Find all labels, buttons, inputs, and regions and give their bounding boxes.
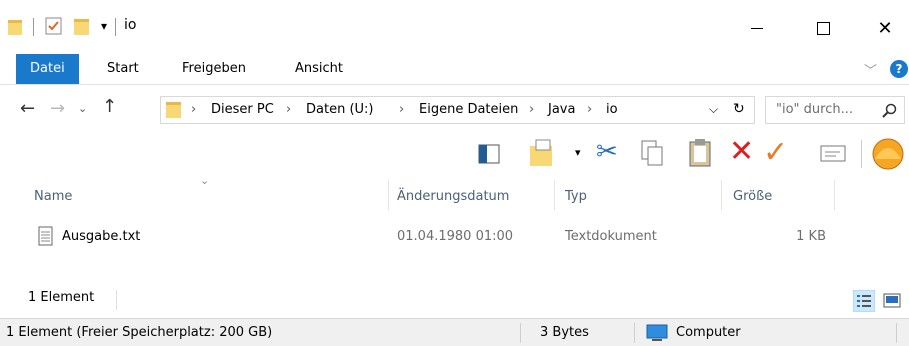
breadcrumb-separator-icon: ›: [529, 102, 535, 117]
maximize-button[interactable]: [800, 14, 846, 42]
breadcrumb-separator-icon: ›: [286, 102, 292, 117]
breadcrumb-java[interactable]: Java: [548, 97, 575, 123]
rename-icon[interactable]: ✓: [763, 135, 788, 170]
toolbar-divider: [861, 140, 862, 168]
window-title: io: [124, 17, 137, 33]
help-icon[interactable]: ?: [890, 60, 908, 78]
search-input[interactable]: "io" durch...: [776, 102, 853, 117]
close-button[interactable]: ✕: [862, 14, 908, 42]
status-bytes: 3 Bytes: [540, 325, 589, 340]
footer-divider: [116, 290, 117, 310]
column-header-size[interactable]: Größe: [733, 186, 772, 208]
properties-icon[interactable]: [820, 144, 846, 164]
minimize-button[interactable]: [734, 14, 780, 42]
new-folder-icon[interactable]: [74, 17, 92, 37]
details-view-icon[interactable]: [853, 290, 875, 312]
text-file-icon: [38, 226, 53, 246]
shell-icon[interactable]: [871, 137, 905, 171]
toolbar: ▾ ✂ ✕ ✓: [0, 134, 909, 176]
address-folder-icon: [166, 102, 181, 118]
refresh-icon[interactable]: ↻: [733, 101, 745, 117]
maximize-icon: [816, 21, 830, 35]
column-divider[interactable]: [834, 180, 835, 210]
file-size: 1 KB: [796, 229, 826, 244]
status-location: Computer: [676, 325, 741, 340]
breadcrumb-dieser-pc[interactable]: Dieser PC: [211, 97, 274, 123]
breadcrumb-io[interactable]: io: [606, 97, 618, 123]
column-header-date[interactable]: Änderungsdatum: [397, 186, 509, 208]
address-bar[interactable]: › Dieser PC › Daten (U:) › Eigene Dateie…: [160, 96, 755, 124]
up-icon[interactable]: ↑: [102, 96, 117, 117]
sort-indicator-icon: ⌄: [200, 174, 210, 187]
navigation-pane-icon[interactable]: [478, 144, 500, 164]
properties-icon[interactable]: [44, 16, 64, 36]
large-icons-view-icon[interactable]: [882, 292, 902, 310]
address-dropdown-icon[interactable]: ⌵: [709, 102, 718, 117]
breadcrumb-eigene-dateien[interactable]: Eigene Dateien: [419, 97, 518, 123]
status-free-space: 1 Element (Freier Speicherplatz: 200 GB): [6, 325, 273, 340]
table-row[interactable]: Ausgabe.txt 01.04.1980 01:00 Textdokumen…: [30, 224, 840, 252]
status-divider: [520, 323, 521, 343]
recent-locations-icon[interactable]: ⌄: [78, 102, 87, 115]
computer-icon: [646, 324, 668, 341]
column-divider[interactable]: [721, 180, 722, 210]
copy-icon[interactable]: [640, 139, 664, 167]
paste-icon[interactable]: [688, 138, 712, 168]
file-name: Ausgabe.txt: [62, 229, 141, 244]
layout-icon[interactable]: [528, 138, 556, 168]
qat-dropdown-icon[interactable]: ▾: [101, 19, 107, 33]
minimize-icon: [751, 27, 763, 29]
search-icon[interactable]: [882, 103, 898, 119]
column-header-name[interactable]: Name: [34, 186, 72, 208]
qat-divider: [33, 18, 34, 36]
status-divider: [896, 323, 897, 343]
breadcrumb-daten[interactable]: Daten (U:): [306, 97, 373, 123]
item-count: 1 Element: [28, 290, 95, 305]
tab-freigeben[interactable]: Freigeben: [168, 54, 260, 84]
layout-dropdown-icon[interactable]: ▾: [575, 146, 581, 159]
tab-datei[interactable]: Datei: [16, 54, 79, 84]
column-divider[interactable]: [554, 180, 555, 210]
status-bar: 1 Element (Freier Speicherplatz: 200 GB)…: [0, 318, 909, 346]
close-icon: ✕: [877, 17, 893, 39]
title-divider: [115, 18, 116, 36]
cut-icon[interactable]: ✂: [596, 137, 618, 167]
back-icon[interactable]: ←: [20, 98, 35, 119]
file-type: Textdokument: [565, 229, 657, 244]
forward-icon[interactable]: →: [50, 98, 65, 119]
status-divider: [634, 323, 635, 343]
breadcrumb-separator-icon: ›: [587, 102, 593, 117]
column-divider[interactable]: [388, 180, 389, 210]
tab-start[interactable]: Start: [93, 54, 153, 84]
breadcrumb-separator-icon: ›: [191, 102, 197, 117]
folder-icon[interactable]: [8, 18, 24, 36]
breadcrumb-separator-icon: ›: [399, 102, 405, 117]
file-date: 01.04.1980 01:00: [397, 229, 514, 244]
delete-icon[interactable]: ✕: [729, 134, 754, 169]
ribbon: Datei Start Freigeben Ansicht ﹀ ?: [0, 54, 909, 85]
tab-ansicht[interactable]: Ansicht: [281, 54, 357, 84]
title-bar: ▾ io ✕: [0, 0, 909, 54]
column-header-type[interactable]: Typ: [565, 186, 587, 208]
search-box[interactable]: "io" durch...: [765, 96, 905, 124]
ribbon-expand-icon[interactable]: ﹀: [864, 60, 877, 79]
